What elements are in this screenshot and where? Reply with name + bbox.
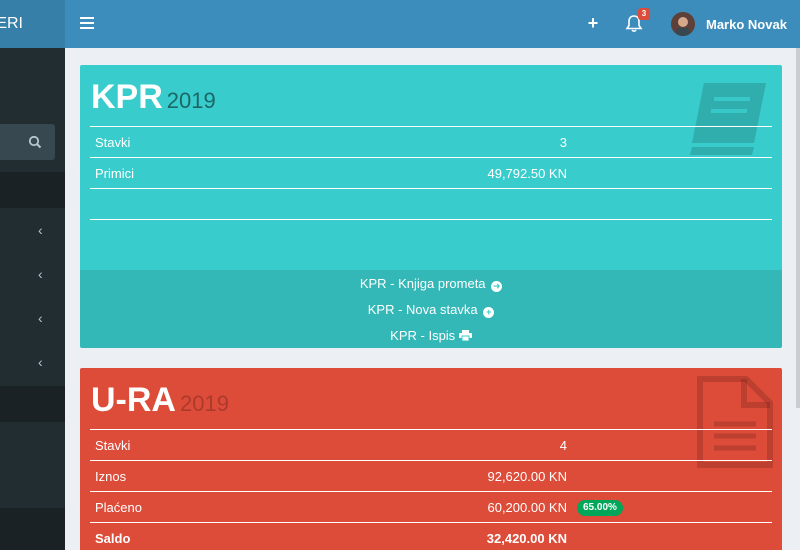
- table-row: Stavki 4: [90, 429, 772, 461]
- add-icon[interactable]: +: [585, 14, 601, 32]
- row-label: Stavki: [90, 126, 372, 158]
- sidebar-item-3[interactable]: ‹: [0, 296, 65, 340]
- print-icon: [458, 330, 472, 342]
- sidebar-footer-area: [0, 508, 65, 550]
- row-label: Stavki: [90, 429, 372, 461]
- kpr-summary-box: KPR 2019 Stavki 3 Primici 49,792.50 KN KP…: [80, 65, 782, 348]
- sidebar-header: [0, 386, 65, 422]
- chevron-left-icon: ‹: [38, 354, 43, 370]
- sidebar: ERI ‹ ‹ ‹ ‹: [0, 0, 65, 550]
- table-row: Saldo 32,420.00 KN: [90, 522, 772, 550]
- paid-percentage-badge: 65.00%: [577, 500, 623, 516]
- notification-count-badge: 3: [638, 8, 650, 20]
- ura-title: U-RA: [91, 381, 176, 419]
- kpr-knjiga-prometa-link[interactable]: KPR - Knjiga prometa ➜: [80, 276, 782, 292]
- row-value: 92,620.00 KN: [372, 460, 572, 492]
- scrollbar[interactable]: [796, 48, 800, 408]
- sidebar-item-4[interactable]: ‹: [0, 340, 65, 384]
- row-label: Plaćeno: [90, 491, 372, 523]
- kpr-year: 2019: [166, 88, 216, 113]
- table-row: [90, 219, 772, 221]
- search-icon[interactable]: [28, 135, 42, 149]
- avatar[interactable]: [671, 12, 695, 36]
- kpr-ispis-link[interactable]: KPR - Ispis: [80, 328, 782, 343]
- sidebar-search[interactable]: [0, 124, 55, 160]
- kpr-table: Stavki 3 Primici 49,792.50 KN: [90, 126, 772, 221]
- plus-circle-icon: +: [483, 307, 495, 318]
- arrow-right-circle-icon: ➜: [491, 281, 503, 292]
- row-value: 49,792.50 KN: [372, 157, 572, 189]
- link-label: KPR - Knjiga prometa: [359, 276, 486, 291]
- kpr-nova-stavka-link[interactable]: KPR - Nova stavka +: [80, 302, 782, 318]
- user-name[interactable]: Marko Novak: [706, 17, 787, 32]
- row-label: Primici: [90, 157, 372, 189]
- chevron-left-icon: ‹: [38, 310, 43, 326]
- table-row: Plaćeno 60,200.00 KN 65.00%: [90, 491, 772, 523]
- ura-summary-box: U-RA 2019 Stavki 4 Iznos 92,620.00 KN Pla…: [80, 368, 782, 550]
- sidebar-item-1[interactable]: ‹: [0, 208, 65, 252]
- sidebar-toggle-icon[interactable]: [80, 17, 94, 29]
- ura-heading: U-RA 2019: [91, 381, 229, 420]
- table-row: Primici 49,792.50 KN: [90, 157, 772, 189]
- top-navbar: + 3 Marko Novak: [65, 0, 800, 48]
- sidebar-item-2[interactable]: ‹: [0, 252, 65, 296]
- kpr-links-footer: KPR - Knjiga prometa ➜ KPR - Nova stavka…: [80, 270, 782, 348]
- row-value: 60,200.00 KN: [372, 491, 572, 523]
- chevron-left-icon: ‹: [38, 266, 43, 282]
- link-label: KPR - Ispis: [390, 328, 456, 343]
- row-value: 32,420.00 KN: [372, 522, 572, 550]
- row-label: Iznos: [90, 460, 372, 492]
- row-label: Saldo: [90, 522, 372, 550]
- table-row: Stavki 3: [90, 126, 772, 158]
- sidebar-header: [0, 172, 65, 208]
- table-row: Iznos 92,620.00 KN: [90, 460, 772, 492]
- logo-text: ERI: [0, 15, 23, 32]
- kpr-heading: KPR 2019: [91, 78, 216, 117]
- kpr-title: KPR: [91, 78, 163, 116]
- ura-year: 2019: [179, 391, 229, 416]
- ura-table: Stavki 4 Iznos 92,620.00 KN Plaćeno 60,2…: [90, 429, 772, 550]
- logo[interactable]: ERI: [0, 0, 65, 48]
- row-value: 3: [372, 126, 572, 158]
- chevron-left-icon: ‹: [38, 222, 43, 238]
- row-value: 4: [372, 429, 572, 461]
- link-label: KPR - Nova stavka: [367, 302, 478, 317]
- table-row: [90, 188, 772, 220]
